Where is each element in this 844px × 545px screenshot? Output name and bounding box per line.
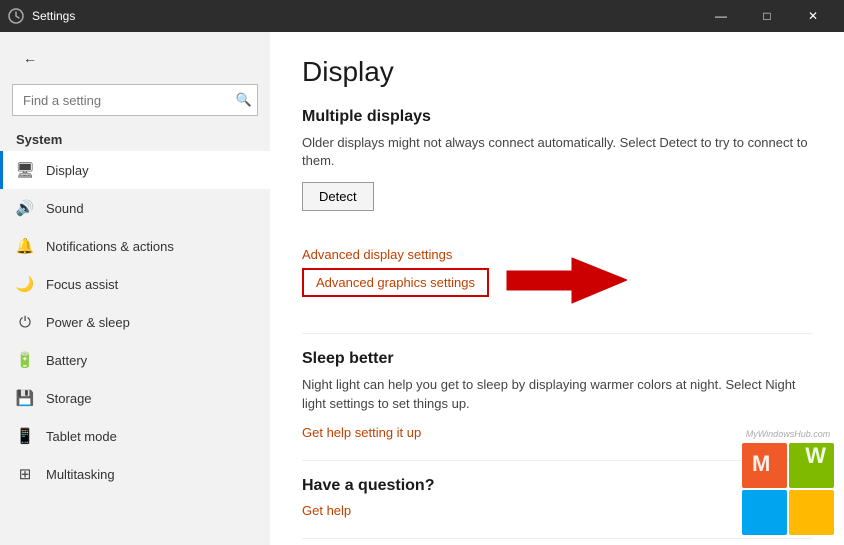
battery-icon: 🔋 <box>16 351 34 369</box>
sleep-better-title: Sleep better <box>302 350 812 368</box>
sidebar-item-notifications[interactable]: 🔔 Notifications & actions <box>0 227 270 265</box>
window-controls: — □ ✕ <box>698 0 836 32</box>
sidebar-item-battery[interactable]: 🔋 Battery <box>0 341 270 379</box>
page-title: Display <box>302 56 812 88</box>
sidebar-header: ← <box>0 32 270 80</box>
maximize-button[interactable]: □ <box>744 0 790 32</box>
search-input[interactable] <box>12 84 258 116</box>
watermark-w: W <box>805 443 826 469</box>
close-button[interactable]: ✕ <box>790 0 836 32</box>
sidebar-item-label-multitasking: Multitasking <box>46 467 115 482</box>
sidebar: ← 🔍 System 🖥 Display 🔊 Sound 🔔 Notifications … <box>0 32 270 545</box>
have-question-title: Have a question? <box>302 477 812 495</box>
multiple-displays-section: Multiple displays Older displays might n… <box>302 108 812 227</box>
watermark-m: M <box>752 451 770 477</box>
sidebar-item-label-battery: Battery <box>46 353 87 368</box>
sidebar-item-label-power: Power & sleep <box>46 315 130 330</box>
arrow-annotation <box>497 253 627 313</box>
sidebar-item-sound[interactable]: 🔊 Sound <box>0 189 270 227</box>
sidebar-item-tablet[interactable]: 📱 Tablet mode <box>0 417 270 455</box>
highlighted-box: Advanced graphics settings <box>302 268 489 297</box>
nav-list: 🖥 Display 🔊 Sound 🔔 Notifications & actions 🌙 F… <box>0 151 270 493</box>
watermark: MyWindowsHub.com M W <box>742 429 834 535</box>
sidebar-item-label-tablet: Tablet mode <box>46 429 117 444</box>
display-icon: 🖥 <box>16 161 34 179</box>
minimize-button[interactable]: — <box>698 0 744 32</box>
sidebar-item-power[interactable]: ⏻ Power & sleep <box>0 303 270 341</box>
tablet-icon: 📱 <box>16 427 34 445</box>
app-icon <box>8 8 24 24</box>
advanced-graphics-link[interactable]: Advanced graphics settings <box>316 275 475 290</box>
search-box: 🔍 <box>12 84 258 116</box>
sidebar-item-display[interactable]: 🖥 Display <box>0 151 270 189</box>
sidebar-item-label-notifications: Notifications & actions <box>46 239 174 254</box>
divider-2 <box>302 460 812 461</box>
notifications-icon: 🔔 <box>16 237 34 255</box>
multiple-displays-title: Multiple displays <box>302 108 812 126</box>
app-body: ← 🔍 System 🖥 Display 🔊 Sound 🔔 Notifications … <box>0 32 844 545</box>
search-icon: 🔍 <box>236 92 252 108</box>
storage-icon: 💾 <box>16 389 34 407</box>
back-button[interactable]: ← <box>16 44 44 72</box>
detect-button[interactable]: Detect <box>302 182 374 211</box>
main-content: Display Multiple displays Older displays… <box>270 32 844 545</box>
sidebar-item-label-focus: Focus assist <box>46 277 118 292</box>
power-icon: ⏻ <box>16 313 34 331</box>
have-question-section: Have a question? Get help <box>302 477 812 518</box>
sleep-better-desc: Night light can help you get to sleep by… <box>302 376 812 412</box>
watermark-text: MyWindowsHub.com <box>742 429 834 439</box>
system-label: System <box>0 124 270 151</box>
title-bar-title: Settings <box>32 9 75 23</box>
sidebar-item-storage[interactable]: 💾 Storage <box>0 379 270 417</box>
links-section: Advanced display settings Advanced graph… <box>302 247 812 313</box>
sound-icon: 🔊 <box>16 199 34 217</box>
multitasking-icon: ⊞ <box>16 465 34 483</box>
sidebar-item-multitasking[interactable]: ⊞ Multitasking <box>0 455 270 493</box>
multiple-displays-desc: Older displays might not always connect … <box>302 134 812 170</box>
title-bar: Settings — □ ✕ <box>0 0 844 32</box>
sidebar-item-label-display: Display <box>46 163 89 178</box>
sidebar-item-focus[interactable]: 🌙 Focus assist <box>0 265 270 303</box>
divider-1 <box>302 333 812 334</box>
sleep-better-section: Sleep better Night light can help you ge… <box>302 350 812 439</box>
get-help-setting-link[interactable]: Get help setting it up <box>302 425 812 440</box>
get-help-link[interactable]: Get help <box>302 503 812 518</box>
focus-icon: 🌙 <box>16 275 34 293</box>
divider-3 <box>302 538 812 539</box>
sidebar-item-label-sound: Sound <box>46 201 84 216</box>
sidebar-item-label-storage: Storage <box>46 391 92 406</box>
red-arrow-icon <box>497 253 627 308</box>
highlighted-link-row: Advanced graphics settings <box>302 268 489 297</box>
